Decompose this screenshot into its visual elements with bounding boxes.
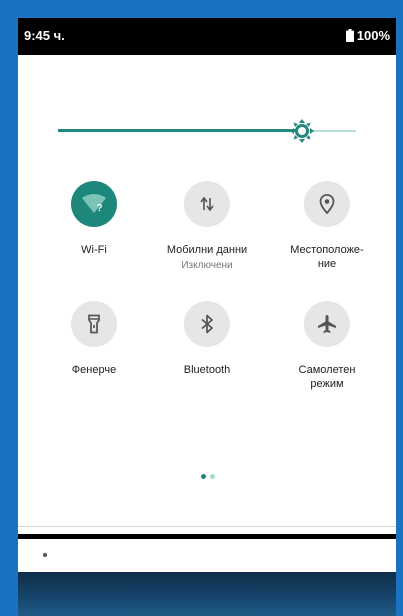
tile-location-button[interactable] (304, 181, 350, 227)
bluetooth-icon (201, 314, 213, 334)
brightness-slider[interactable] (58, 118, 356, 144)
tile-flashlight-label: Фенерче (71, 364, 117, 376)
tile-location-label: Местоположе- ние (267, 243, 387, 271)
status-right: 100% (345, 28, 390, 43)
tile-mobile-data[interactable]: Мобилни данни Изключени (147, 181, 267, 272)
tile-airplane-label: Самолетен режим (267, 363, 387, 391)
wifi-icon: ? (82, 194, 106, 214)
panel-divider (18, 526, 396, 527)
tile-flashlight-button[interactable] (71, 301, 117, 347)
notification-card[interactable] (18, 539, 396, 572)
tile-location-label-line1: Местоположе- (290, 244, 364, 256)
mobile-data-icon (200, 196, 214, 212)
tile-bluetooth[interactable]: Bluetooth (147, 301, 267, 377)
tile-airplane-label-line2: режим (310, 378, 344, 390)
status-time: 9:45 ч. (24, 28, 65, 43)
tile-flashlight[interactable]: Фенерче (34, 301, 154, 377)
tile-wifi-button[interactable]: ? (71, 181, 117, 227)
tile-airplane-label-line1: Самолетен (298, 364, 356, 376)
brightness-icon[interactable] (290, 119, 314, 143)
quick-settings-panel: ? Wi-Fi Мобилни данни Изключени Местопол… (18, 55, 396, 534)
tile-airplane-button[interactable] (304, 301, 350, 347)
battery-icon (345, 29, 354, 42)
page-indicator (201, 474, 215, 479)
tile-mobile-data-label: Мобилни данни (166, 244, 248, 256)
tile-location-label-line2: ние (317, 258, 337, 270)
phone-screen: 9:45 ч. 100% ? Wi-Fi Мобилни данни Изклю… (18, 18, 396, 616)
tile-airplane[interactable]: Самолетен режим (267, 301, 387, 391)
page-dot-active[interactable] (201, 474, 206, 479)
page-dot-inactive[interactable] (210, 474, 215, 479)
tile-bluetooth-label: Bluetooth (183, 364, 231, 376)
tile-mobile-data-status: Изключени (181, 260, 233, 271)
location-icon (319, 194, 335, 214)
tile-bluetooth-button[interactable] (184, 301, 230, 347)
notification-dot (43, 553, 47, 557)
tile-wifi-label: Wi-Fi (81, 244, 107, 256)
tile-mobile-data-button[interactable] (184, 181, 230, 227)
airplane-icon (318, 315, 336, 333)
flashlight-icon (88, 314, 100, 334)
tile-wifi[interactable]: ? Wi-Fi (34, 181, 154, 257)
status-bar: 9:45 ч. 100% (18, 18, 396, 55)
brightness-track-fill (58, 129, 302, 132)
svg-text:?: ? (97, 203, 103, 214)
wallpaper (18, 572, 396, 616)
battery-percent: 100% (356, 28, 390, 43)
tile-location[interactable]: Местоположе- ние (267, 181, 387, 271)
